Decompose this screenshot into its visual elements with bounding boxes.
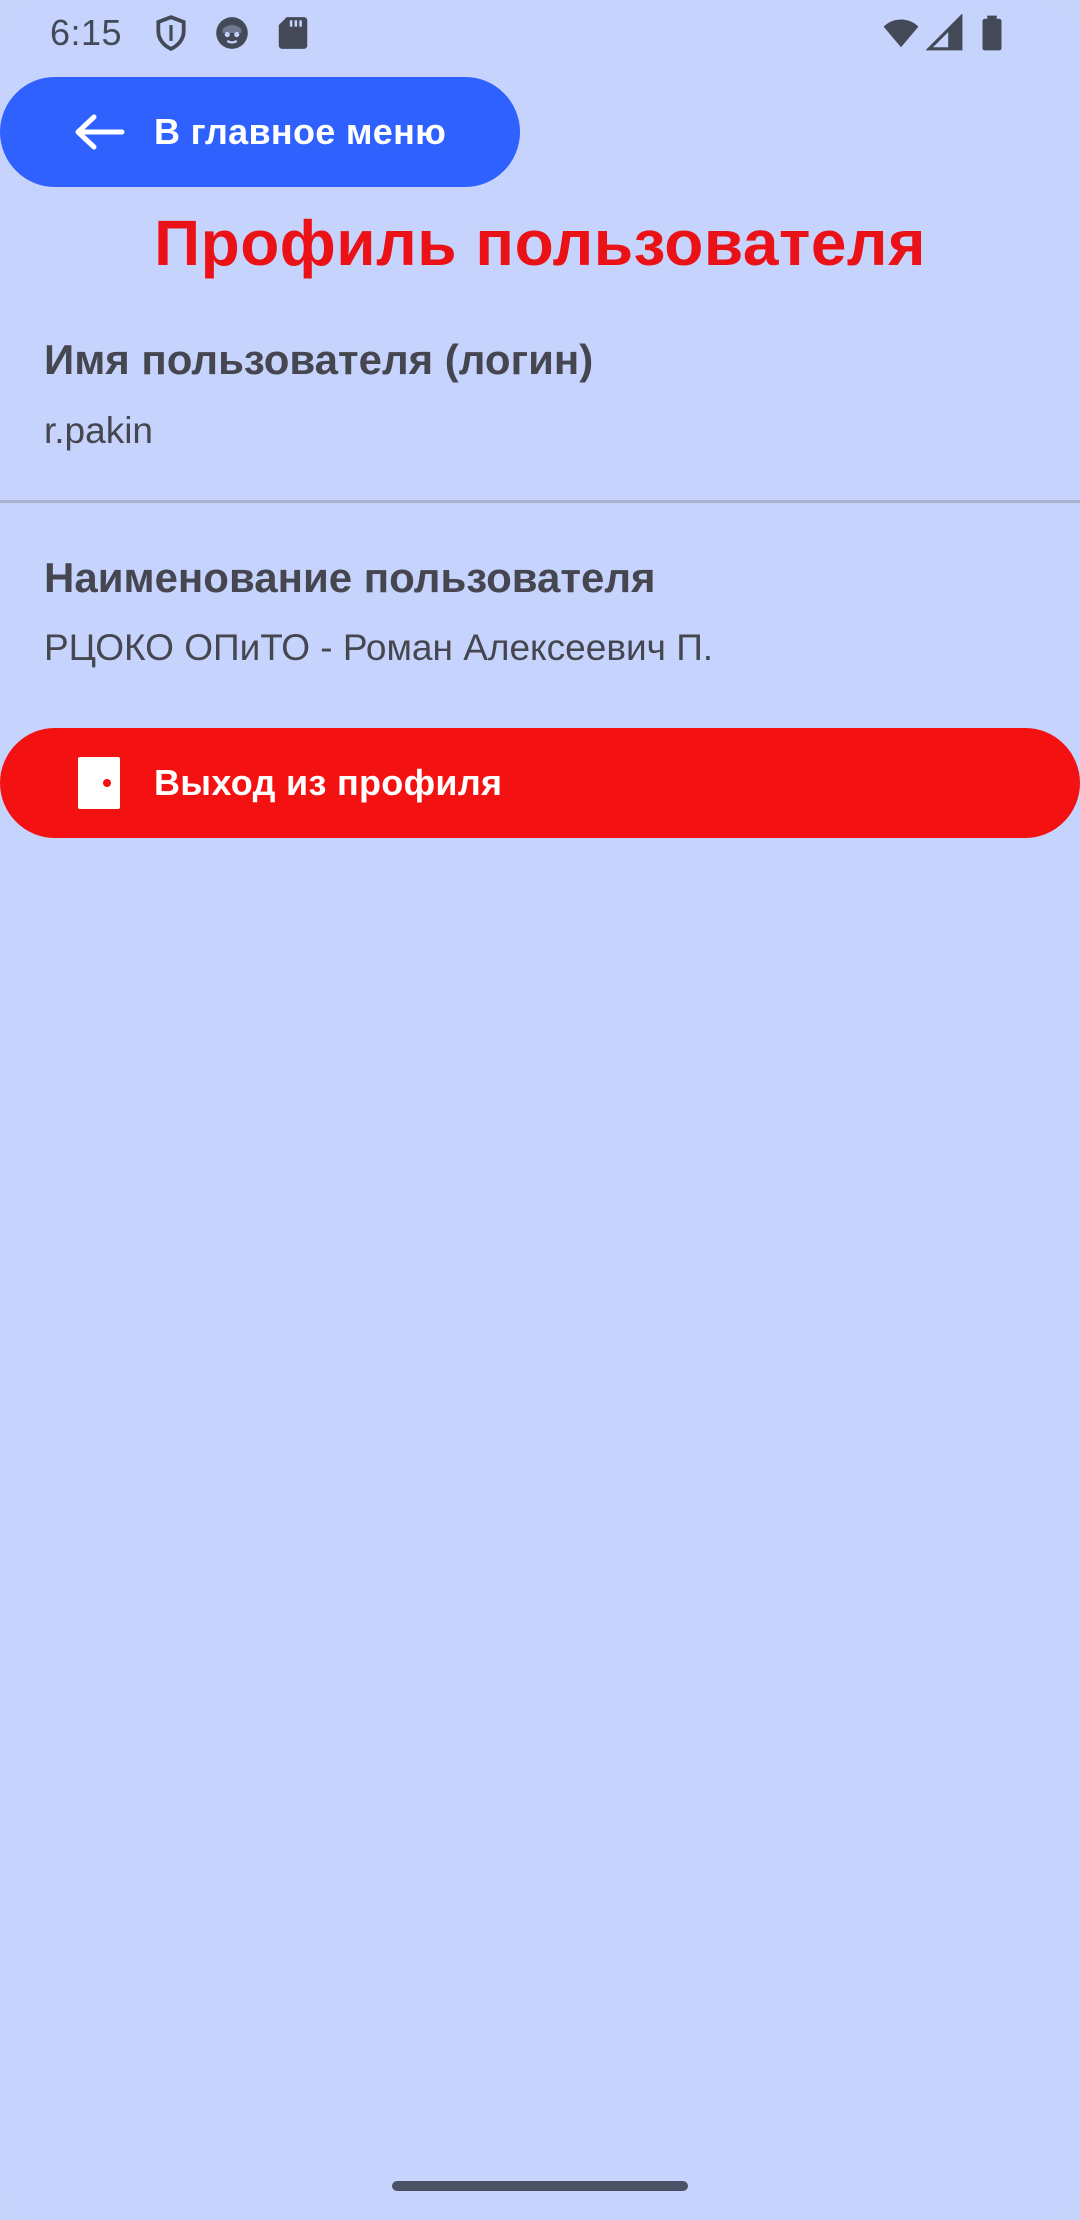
shield-icon xyxy=(152,14,190,52)
door-icon xyxy=(76,755,122,811)
back-button-label: В главное меню xyxy=(154,111,447,152)
battery-icon xyxy=(975,14,1009,52)
profile-screen: 6:15 В главное меню Профиль пользователя… xyxy=(0,0,1080,2220)
face-icon xyxy=(213,14,251,52)
status-time: 6:15 xyxy=(50,12,123,53)
logout-button[interactable]: Выход из профиля xyxy=(0,728,1080,838)
home-gesture-bar[interactable] xyxy=(392,2181,688,2191)
divider xyxy=(0,500,1080,503)
sd-card-icon xyxy=(274,14,312,52)
login-value: r.pakin xyxy=(44,410,154,451)
user-name-label: Наименование пользователя xyxy=(44,554,656,601)
arrow-left-icon xyxy=(72,112,126,152)
page-title: Профиль пользователя xyxy=(154,207,926,279)
back-to-main-menu-button[interactable]: В главное меню xyxy=(0,77,520,187)
status-bar: 6:15 xyxy=(0,0,1080,66)
wifi-icon xyxy=(880,14,922,52)
user-name-value: РЦОКО ОПиТО - Роман Алексеевич П. xyxy=(44,627,714,668)
login-label: Имя пользователя (логин) xyxy=(44,336,594,383)
logout-button-label: Выход из профиля xyxy=(154,762,503,803)
signal-icon xyxy=(926,14,964,52)
